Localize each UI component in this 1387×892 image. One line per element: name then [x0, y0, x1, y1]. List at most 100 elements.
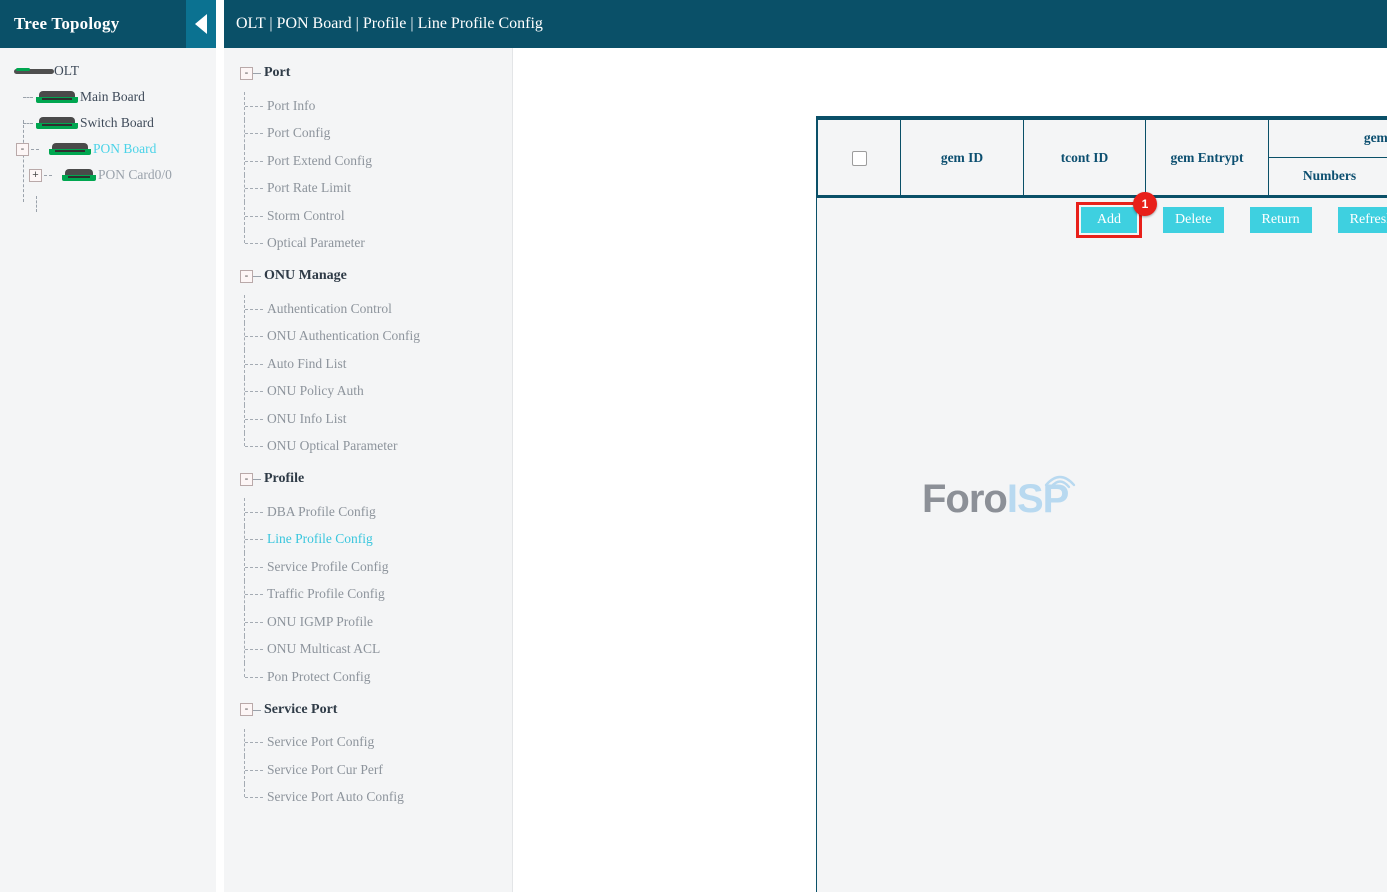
column-header-gem-entrypt[interactable]: gem Entrypt [1146, 119, 1269, 196]
menu-item-service-port-cur-perf[interactable]: Service Port Cur Perf [224, 756, 512, 784]
menu-tree-connector [244, 526, 266, 554]
menu-tree-connector [244, 323, 266, 351]
menu-item-pon-protect-config[interactable]: Pon Protect Config [224, 663, 512, 691]
tree-node-pon-card[interactable]: + PON Card0/0 [0, 162, 216, 188]
select-all-cell [818, 119, 901, 196]
tree-node-switch-board[interactable]: Switch Board [0, 110, 216, 136]
board-device-icon [49, 143, 91, 156]
menu-tree-connector [244, 498, 266, 526]
menu-item-storm-control[interactable]: Storm Control [224, 202, 512, 230]
menu-item-label: ONU Policy Auth [267, 383, 364, 399]
menu-group-profile[interactable]: - Profile [224, 468, 512, 490]
tree-expander-toggle[interactable]: + [29, 169, 42, 182]
menu-group-onu-manage[interactable]: - ONU Manage [224, 265, 512, 287]
menu-item-onu-multicast-acl[interactable]: ONU Multicast ACL [224, 636, 512, 664]
navigation-menu-panel: - Port Port Info Port Config Port Extend… [224, 0, 513, 892]
menu-group-connector [253, 479, 261, 480]
board-device-icon [62, 169, 96, 182]
menu-group-service-port[interactable]: - Service Port [224, 699, 512, 721]
menu-item-label: ONU IGMP Profile [267, 614, 373, 630]
menu-item-port-info[interactable]: Port Info [224, 92, 512, 120]
table-action-buttons: Add 1 Delete Return Refresh [817, 207, 1387, 233]
tree-node-label: Switch Board [80, 115, 154, 131]
column-header-gem-id[interactable]: gem ID [901, 119, 1024, 196]
delete-button[interactable]: Delete [1163, 207, 1224, 233]
menu-group-title: Profile [264, 471, 304, 487]
menu-tree-connector [244, 120, 266, 148]
menu-expander-toggle[interactable]: - [240, 473, 253, 486]
column-header-gem-map-numbers[interactable]: Numbers [1269, 157, 1387, 196]
tree-branch-line [23, 97, 33, 98]
menu-item-traffic-profile-config[interactable]: Traffic Profile Config [224, 581, 512, 609]
return-button[interactable]: Return [1250, 207, 1312, 233]
menu-tree-connector [244, 784, 266, 812]
menu-item-dba-profile-config[interactable]: DBA Profile Config [224, 498, 512, 526]
menu-tree-connector [244, 608, 266, 636]
menu-item-service-port-auto-config[interactable]: Service Port Auto Config [224, 784, 512, 812]
menu-group-connector [253, 710, 261, 711]
board-device-icon [36, 117, 78, 130]
menu-item-label: Port Info [267, 98, 315, 114]
menu-tree-connector [244, 553, 266, 581]
menu-item-label: Service Profile Config [267, 559, 388, 575]
breadcrumb-text: OLT | PON Board | Profile | Line Profile… [236, 15, 543, 33]
menu-item-port-rate-limit[interactable]: Port Rate Limit [224, 175, 512, 203]
menu-tree-connector [244, 92, 266, 120]
menu-item-authentication-control[interactable]: Authentication Control [224, 295, 512, 323]
tree-node-olt[interactable]: OLT [0, 58, 216, 84]
menu-item-optical-parameter[interactable]: Optical Parameter [224, 230, 512, 258]
menu-item-onu-authentication-config[interactable]: ONU Authentication Config [224, 323, 512, 351]
menu-tree-connector [244, 729, 266, 757]
navigation-menu-list: - Port Port Info Port Config Port Extend… [224, 0, 512, 811]
menu-tree-connector [244, 230, 266, 258]
menu-item-label: DBA Profile Config [267, 504, 376, 520]
menu-item-onu-igmp-profile[interactable]: ONU IGMP Profile [224, 608, 512, 636]
menu-expander-toggle[interactable]: - [240, 703, 253, 716]
tree-node-pon-board[interactable]: - PON Board [0, 136, 216, 162]
line-profile-table-container: gem ID tcont ID gem Entrypt gem Map OP N… [816, 116, 1387, 892]
tree-expander-toggle[interactable]: - [16, 143, 29, 156]
table-header-row-1: gem ID tcont ID gem Entrypt gem Map OP [818, 119, 1387, 158]
menu-item-onu-info-list[interactable]: ONU Info List [224, 405, 512, 433]
tree-branch-line [44, 175, 52, 176]
menu-item-port-extend-config[interactable]: Port Extend Config [224, 147, 512, 175]
menu-group-title: Service Port [264, 702, 337, 718]
menu-item-label: ONU Info List [267, 411, 347, 427]
menu-item-label: Storm Control [267, 208, 345, 224]
tree-topology-title: Tree Topology [14, 14, 119, 34]
menu-expander-toggle[interactable]: - [240, 270, 253, 283]
add-button[interactable]: Add [1081, 207, 1137, 233]
menu-tree-connector [244, 581, 266, 609]
menu-group-title: ONU Manage [264, 268, 347, 284]
select-all-checkbox[interactable] [852, 151, 867, 166]
menu-tree-connector [244, 405, 266, 433]
menu-item-onu-optical-parameter[interactable]: ONU Optical Parameter [224, 433, 512, 461]
menu-tree-connector [244, 350, 266, 378]
menu-expander-toggle[interactable]: - [240, 67, 253, 80]
menu-item-onu-policy-auth[interactable]: ONU Policy Auth [224, 378, 512, 406]
menu-group-connector [253, 276, 261, 277]
menu-item-label: Port Extend Config [267, 153, 372, 169]
tree-node-main-board[interactable]: Main Board [0, 84, 216, 110]
tree-node-label: PON Board [93, 141, 156, 157]
chevron-left-icon [195, 14, 207, 34]
menu-item-service-port-config[interactable]: Service Port Config [224, 729, 512, 757]
foroisp-watermark: ForoISP [922, 477, 1068, 522]
watermark-text-primary: Foro [922, 477, 1007, 521]
wifi-arcs-icon [1040, 467, 1080, 489]
column-header-gem-map[interactable]: gem Map [1269, 119, 1387, 158]
collapse-sidebar-button[interactable] [186, 0, 216, 48]
menu-tree-connector [244, 147, 266, 175]
line-profile-table: gem ID tcont ID gem Entrypt gem Map OP N… [817, 117, 1387, 196]
refresh-button[interactable]: Refresh [1338, 207, 1387, 233]
menu-group-port[interactable]: - Port [224, 62, 512, 84]
tree-branch-line [23, 123, 33, 124]
menu-tree-connector [244, 433, 266, 461]
menu-item-service-profile-config[interactable]: Service Profile Config [224, 553, 512, 581]
menu-item-auto-find-list[interactable]: Auto Find List [224, 350, 512, 378]
olt-device-icon [14, 66, 54, 76]
column-header-tcont-id[interactable]: tcont ID [1024, 119, 1146, 196]
menu-item-label: Service Port Cur Perf [267, 762, 383, 778]
menu-item-port-config[interactable]: Port Config [224, 120, 512, 148]
menu-item-line-profile-config[interactable]: Line Profile Config [224, 526, 512, 554]
